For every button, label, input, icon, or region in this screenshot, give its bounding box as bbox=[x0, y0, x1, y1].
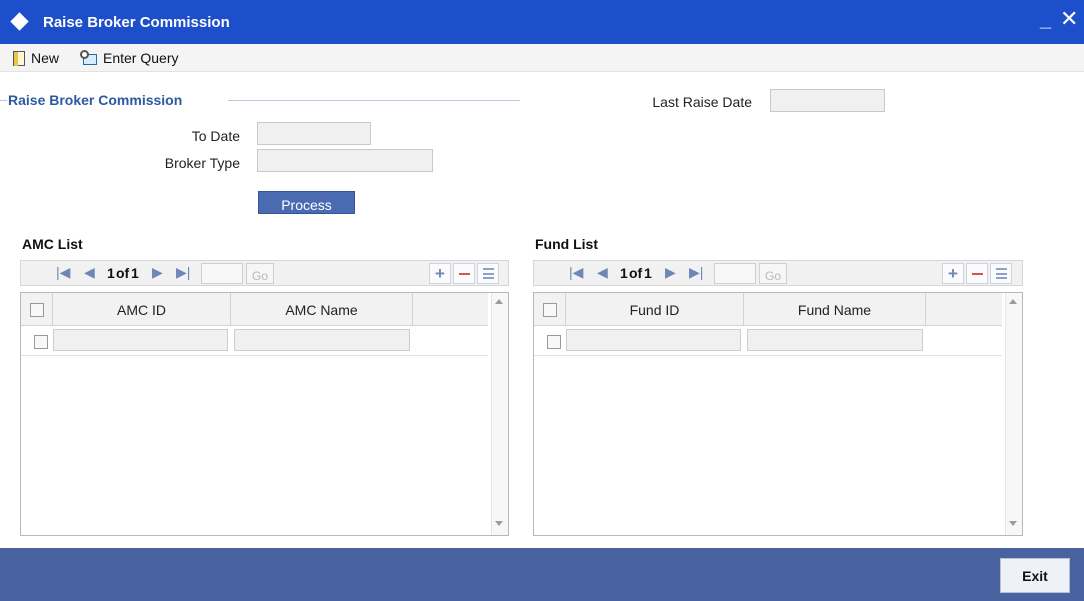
amc-list-scrollbar[interactable] bbox=[491, 293, 508, 535]
fund-name-column-header[interactable]: Fund Name bbox=[744, 293, 926, 326]
scroll-up-icon[interactable] bbox=[495, 299, 503, 304]
previous-page-icon[interactable]: ◀ bbox=[597, 264, 608, 281]
amc-list-title: AMC List bbox=[22, 236, 83, 252]
table-row bbox=[21, 326, 488, 356]
last-page-icon[interactable]: ▶| bbox=[689, 264, 703, 281]
scroll-up-icon[interactable] bbox=[1009, 299, 1017, 304]
plus-icon: + bbox=[435, 264, 445, 283]
fund-id-column-header[interactable]: Fund ID bbox=[566, 293, 744, 326]
enter-query-button[interactable]: Enter Query bbox=[80, 48, 178, 68]
plus-icon: + bbox=[948, 264, 958, 283]
first-page-icon[interactable]: |◀ bbox=[56, 264, 70, 281]
scroll-down-icon[interactable] bbox=[495, 521, 503, 526]
next-page-icon[interactable]: ▶ bbox=[665, 264, 676, 281]
to-date-label: To Date bbox=[191, 128, 240, 144]
scroll-down-icon[interactable] bbox=[1009, 521, 1017, 526]
new-button[interactable]: New bbox=[13, 48, 59, 68]
amc-select-all-checkbox[interactable] bbox=[29, 302, 44, 317]
enter-query-icon bbox=[80, 50, 98, 66]
fund-list-scrollbar[interactable] bbox=[1005, 293, 1022, 535]
page-total: 1 bbox=[131, 265, 139, 281]
close-button[interactable]: ✕ bbox=[1060, 8, 1078, 30]
add-row-button[interactable]: + bbox=[942, 263, 964, 284]
new-label: New bbox=[31, 50, 60, 66]
list-icon bbox=[482, 268, 494, 279]
fund-list-header: Fund ID Fund Name bbox=[534, 293, 1002, 326]
single-view-button[interactable] bbox=[990, 263, 1012, 284]
amc-list-header: AMC ID AMC Name bbox=[21, 293, 488, 326]
page-of: of bbox=[116, 265, 130, 281]
section-divider-left bbox=[0, 100, 7, 101]
minus-icon bbox=[458, 272, 470, 275]
row-checkbox[interactable] bbox=[547, 335, 561, 349]
fund-select-all-checkbox[interactable] bbox=[542, 302, 557, 317]
add-row-button[interactable]: + bbox=[429, 263, 451, 284]
fund-name-cell-input[interactable] bbox=[747, 329, 923, 351]
enter-query-label: Enter Query bbox=[103, 50, 179, 66]
fund-list-grid: Fund ID Fund Name bbox=[533, 292, 1023, 536]
minus-icon bbox=[971, 272, 983, 275]
delete-row-button[interactable] bbox=[966, 263, 988, 284]
process-button[interactable]: Process bbox=[258, 191, 355, 214]
window-title: Raise Broker Commission bbox=[43, 14, 230, 31]
amc-name-cell-input[interactable] bbox=[234, 329, 410, 351]
page-of: of bbox=[629, 265, 643, 281]
minimize-button[interactable]: _ bbox=[1040, 10, 1051, 30]
last-page-icon[interactable]: ▶| bbox=[176, 264, 190, 281]
go-button[interactable]: Go bbox=[759, 263, 787, 284]
amc-name-column-header[interactable]: AMC Name bbox=[231, 293, 413, 326]
next-page-icon[interactable]: ▶ bbox=[152, 264, 163, 281]
page-number-input[interactable] bbox=[201, 263, 243, 284]
footer-bar: Exit bbox=[0, 548, 1084, 601]
single-view-button[interactable] bbox=[477, 263, 499, 284]
toolbar: New Enter Query bbox=[0, 44, 1084, 72]
amc-id-column-header[interactable]: AMC ID bbox=[53, 293, 231, 326]
page-total: 1 bbox=[644, 265, 652, 281]
section-title: Raise Broker Commission bbox=[8, 92, 183, 108]
last-raise-date-field[interactable] bbox=[770, 89, 885, 112]
fund-list-navigation: |◀ ◀ 1 of 1 ▶ ▶| Go + bbox=[533, 260, 1023, 286]
fund-list-title: Fund List bbox=[535, 236, 598, 252]
delete-row-button[interactable] bbox=[453, 263, 475, 284]
fund-id-cell-input[interactable] bbox=[566, 329, 741, 351]
broker-type-label: Broker Type bbox=[164, 155, 240, 171]
table-row bbox=[534, 326, 1002, 356]
window-titlebar: Raise Broker Commission _ ✕ bbox=[0, 0, 1084, 44]
amc-list-grid: AMC ID AMC Name bbox=[20, 292, 509, 536]
first-page-icon[interactable]: |◀ bbox=[569, 264, 583, 281]
go-button[interactable]: Go bbox=[246, 263, 274, 284]
page-current: 1 bbox=[107, 265, 115, 281]
previous-page-icon[interactable]: ◀ bbox=[84, 264, 95, 281]
page-current: 1 bbox=[620, 265, 628, 281]
amc-id-cell-input[interactable] bbox=[53, 329, 228, 351]
to-date-field[interactable] bbox=[257, 122, 371, 145]
fund-select-all-cell bbox=[534, 293, 566, 326]
broker-type-field[interactable] bbox=[257, 149, 433, 172]
amc-select-all-cell bbox=[21, 293, 53, 326]
exit-button[interactable]: Exit bbox=[1000, 558, 1070, 593]
new-document-icon bbox=[13, 50, 25, 66]
list-icon bbox=[995, 268, 1007, 279]
last-raise-date-label: Last Raise Date bbox=[652, 94, 752, 110]
section-divider bbox=[228, 100, 520, 101]
row-checkbox[interactable] bbox=[34, 335, 48, 349]
amc-list-navigation: |◀ ◀ 1 of 1 ▶ ▶| Go + bbox=[20, 260, 509, 286]
page-number-input[interactable] bbox=[714, 263, 756, 284]
app-diamond-icon bbox=[10, 12, 29, 31]
